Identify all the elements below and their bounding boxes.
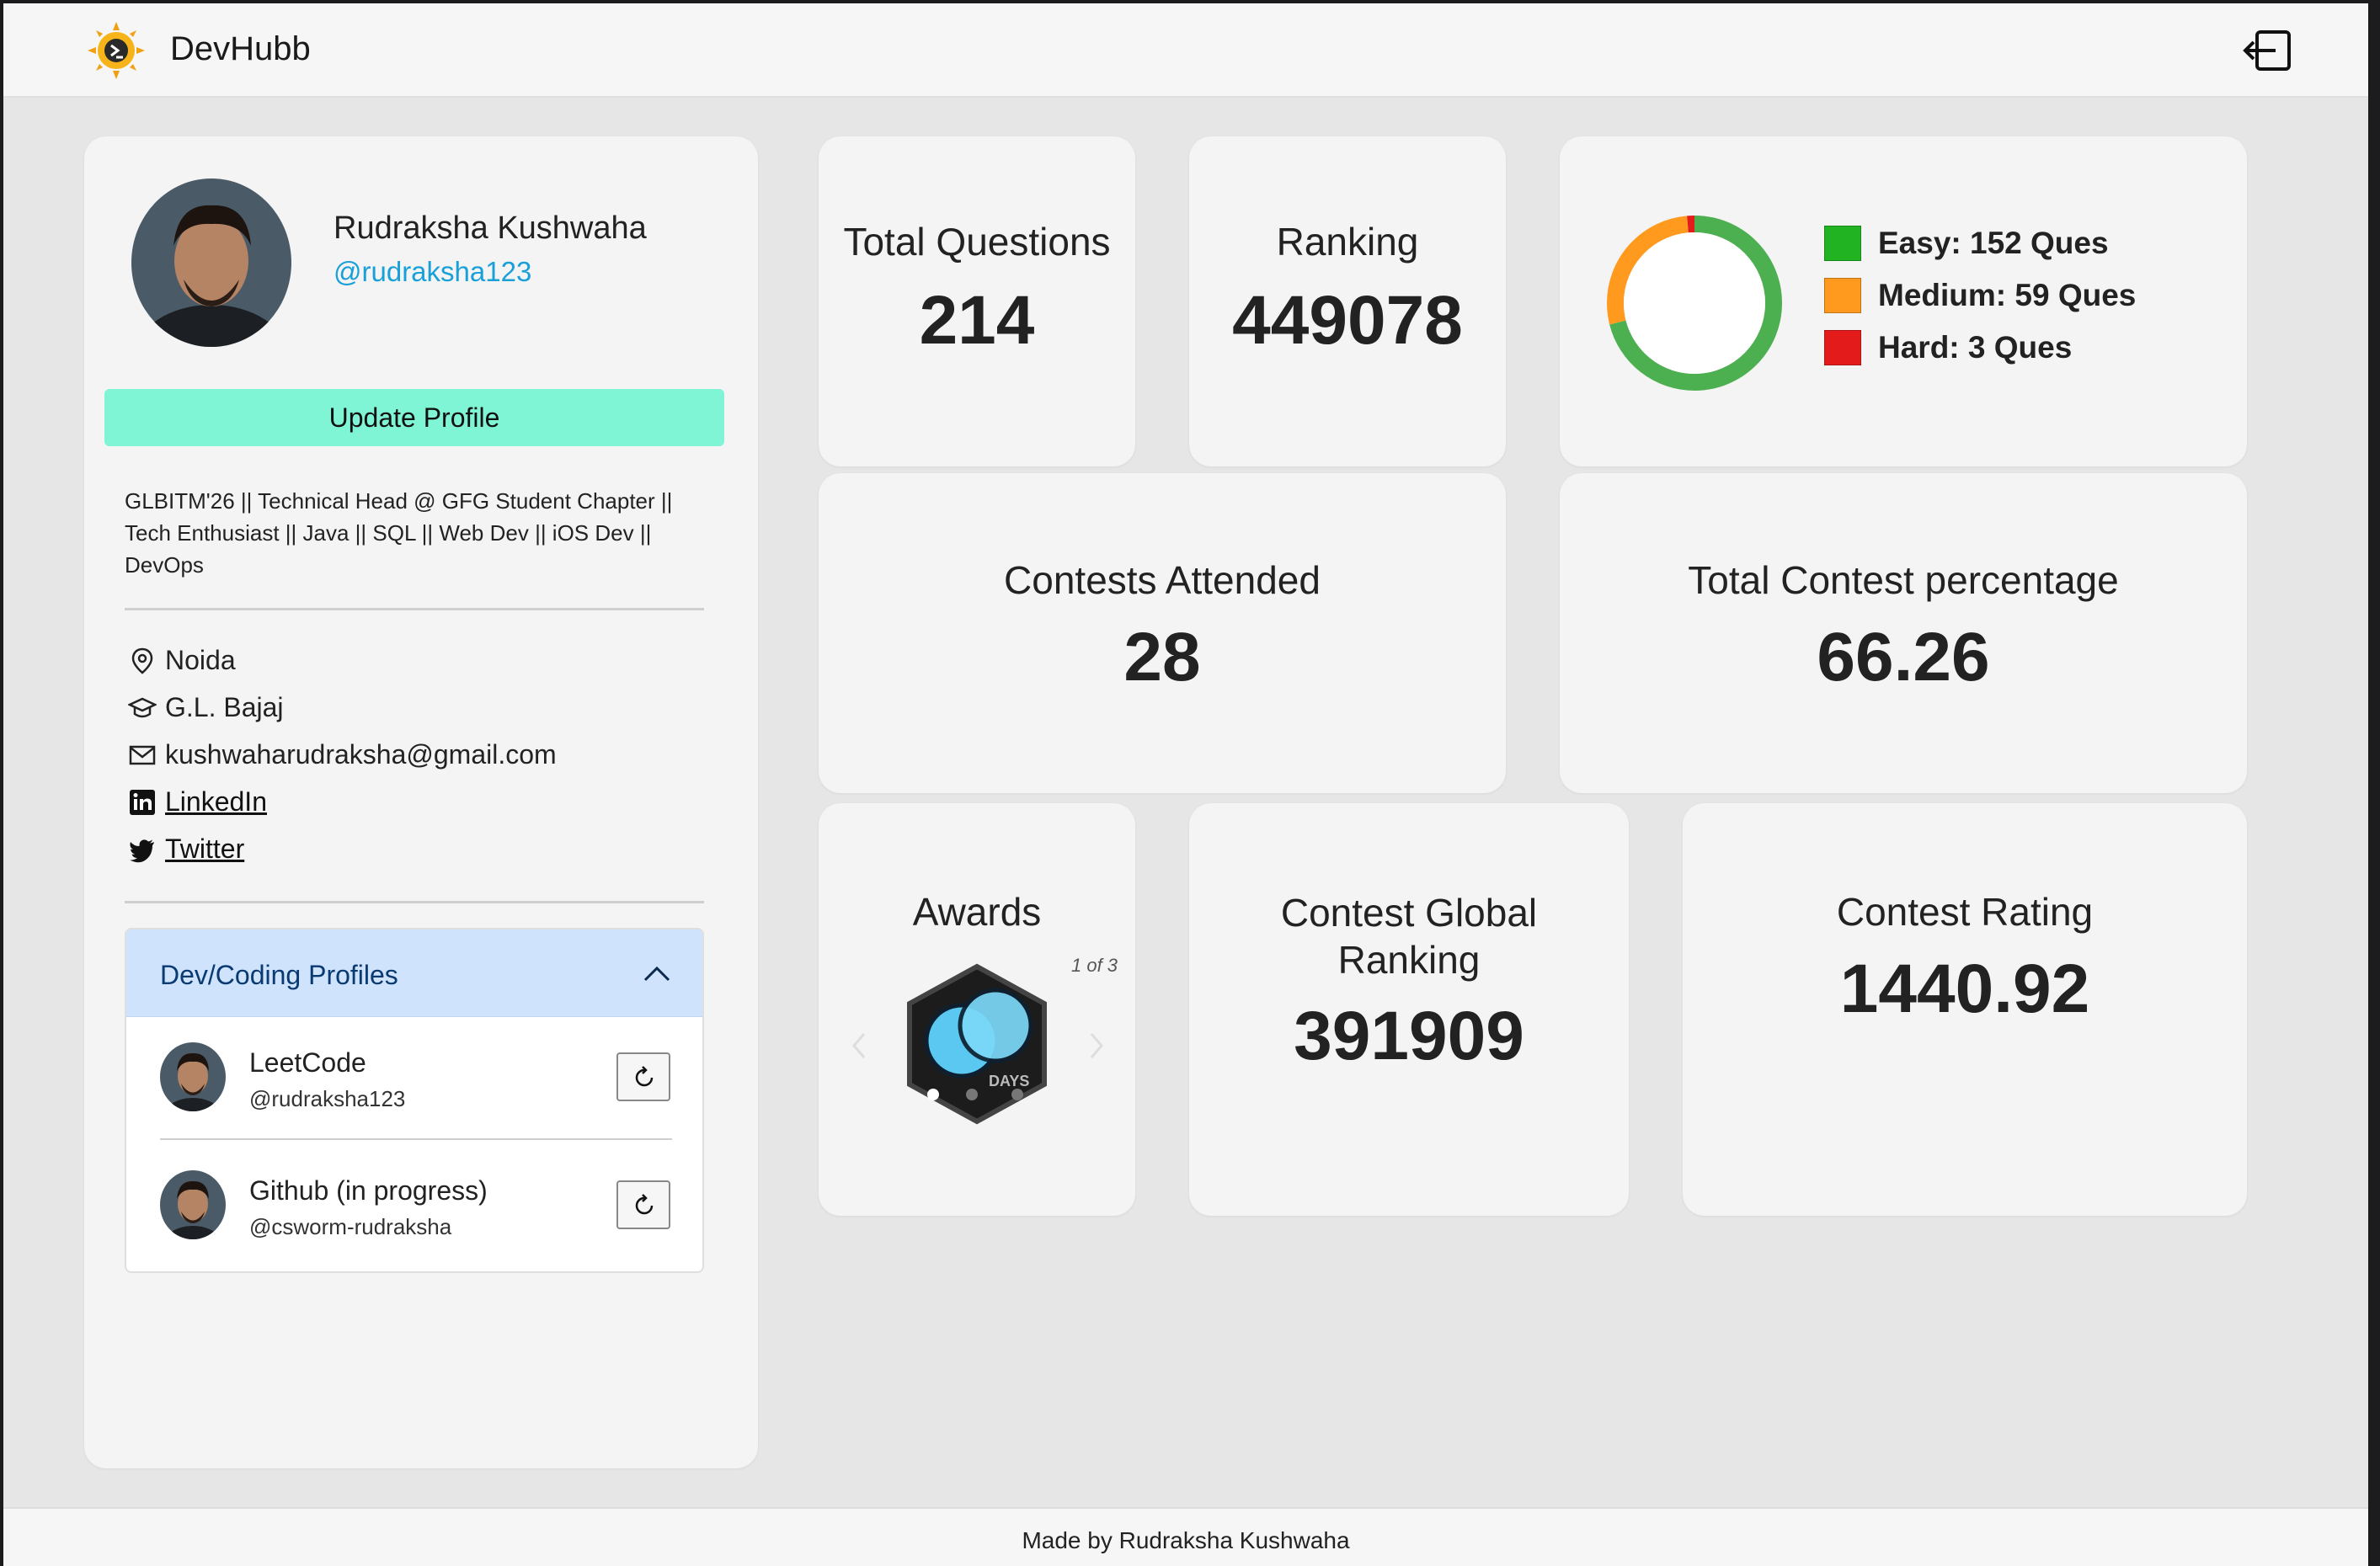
- refresh-icon: [635, 1194, 654, 1215]
- brand-name[interactable]: DevHubb: [170, 30, 311, 68]
- badge-text: DAYS: [989, 1073, 1029, 1089]
- stat-label: Contest Rating: [1836, 890, 2094, 934]
- legend-easy: Easy: 152 Ques: [1824, 226, 2109, 261]
- carousel-prev-icon[interactable]: [849, 1031, 869, 1061]
- divider: [125, 901, 704, 903]
- stat-value: 391909: [1294, 998, 1524, 1074]
- avatar: [160, 1170, 226, 1239]
- profile-name: Rudraksha Kushwaha: [334, 210, 647, 246]
- legend-hard: Hard: 3 Ques: [1824, 330, 2072, 365]
- refresh-icon: [635, 1066, 654, 1087]
- list-item: LeetCode @rudraksha123: [160, 1031, 672, 1132]
- twitter-icon: [130, 839, 154, 862]
- profile-title[interactable]: LeetCode: [249, 1047, 366, 1079]
- divider: [160, 1138, 672, 1140]
- school-row: G.L. Bajaj: [128, 692, 284, 723]
- contest-rating-card: Contest Rating 1440.92: [1683, 803, 2247, 1216]
- linkedin-row: LinkedIn: [128, 786, 267, 818]
- legend-swatch-hard: [1824, 330, 1861, 365]
- legend-label: Easy: 152 Ques: [1878, 226, 2109, 260]
- email-row: kushwaharudraksha@gmail.com: [128, 739, 557, 770]
- stat-label: Ranking: [1276, 220, 1419, 264]
- stat-value: 214: [919, 282, 1035, 359]
- difficulty-card: Easy: 152 Ques Medium: 59 Ques Hard: 3 Q…: [1560, 136, 2247, 466]
- dev-profiles-accordion: Dev/Coding Profiles LeetCode @rudraksha1…: [125, 928, 704, 1273]
- school-text: G.L. Bajaj: [165, 692, 284, 722]
- donut-hole: [1624, 232, 1765, 374]
- dev-profiles-title: Dev/Coding Profiles: [160, 960, 398, 990]
- dev-profiles-header[interactable]: Dev/Coding Profiles: [126, 929, 702, 1017]
- contests-attended-card: Contests Attended 28: [819, 473, 1506, 793]
- location-text: Noida: [165, 645, 236, 675]
- linkedin-icon: [130, 789, 155, 815]
- chevron-up-icon[interactable]: [640, 956, 674, 990]
- logout-icon[interactable]: [2242, 29, 2292, 72]
- award-badge-icon: DAYS: [907, 963, 1047, 1125]
- awards-label: Awards: [912, 890, 1042, 934]
- list-item: Github (in progress) @csworm-rudraksha: [160, 1159, 672, 1260]
- twitter-row: Twitter: [128, 834, 244, 865]
- stat-label: Total Questions: [843, 220, 1111, 264]
- scrollbar[interactable]: [2345, 3, 2368, 1566]
- legend-label: Medium: 59 Ques: [1878, 278, 2137, 312]
- linkedin-link[interactable]: LinkedIn: [165, 786, 267, 818]
- awards-card: Awards 1 of 3 DAYS: [819, 803, 1135, 1216]
- location-row: Noida: [128, 645, 236, 676]
- profile-handle: @rudraksha123: [249, 1086, 406, 1111]
- carousel-counter: 1 of 3: [1071, 955, 1118, 976]
- total-questions-card: Total Questions 214: [819, 136, 1135, 466]
- stat-value: 66.26: [1817, 619, 1990, 695]
- contest-percentage-card: Total Contest percentage 66.26: [1560, 473, 2247, 793]
- legend-label: Hard: 3 Ques: [1878, 330, 2073, 365]
- graduation-cap-icon: [128, 697, 157, 717]
- twitter-link[interactable]: Twitter: [165, 834, 244, 865]
- navbar: DevHubb: [3, 3, 2368, 98]
- legend-medium: Medium: 59 Ques: [1824, 278, 2136, 313]
- profile-title[interactable]: Github (in progress): [249, 1175, 488, 1206]
- envelope-icon: [129, 745, 156, 764]
- sun-logo-icon[interactable]: [86, 20, 147, 81]
- stat-label: Total Contest percentage: [1688, 558, 2119, 602]
- divider: [125, 608, 704, 610]
- stat-label: Contests Attended: [1004, 558, 1321, 602]
- stat-value: 1440.92: [1839, 951, 2090, 1027]
- profile-handle[interactable]: @rudraksha123: [334, 256, 531, 288]
- profile-sidebar: Rudraksha Kushwaha @rudraksha123 Update …: [84, 136, 758, 1468]
- avatar: [131, 178, 291, 347]
- footer: Made by Rudraksha Kushwaha: [3, 1507, 2368, 1566]
- legend-swatch-medium: [1824, 278, 1861, 313]
- contest-global-ranking-card: Contest Global Ranking 391909: [1189, 803, 1629, 1216]
- stat-value: 28: [1123, 619, 1201, 695]
- location-pin-icon: [131, 647, 153, 674]
- ranking-card: Ranking 449078: [1189, 136, 1506, 466]
- refresh-button[interactable]: [616, 1180, 670, 1229]
- avatar: [160, 1042, 226, 1111]
- legend-swatch-easy: [1824, 226, 1861, 261]
- page: DevHubb Rudraksha Kushwaha @rudraksha123…: [3, 3, 2368, 1566]
- refresh-button[interactable]: [616, 1052, 670, 1101]
- profile-handle: @csworm-rudraksha: [249, 1214, 452, 1239]
- difficulty-donut-chart: [1607, 216, 1782, 391]
- stat-value: 449078: [1232, 282, 1463, 359]
- carousel-next-icon[interactable]: [1086, 1031, 1107, 1061]
- email-text[interactable]: kushwaharudraksha@gmail.com: [165, 739, 557, 770]
- profile-bio: GLBITM'26 || Technical Head @ GFG Studen…: [125, 488, 673, 578]
- update-profile-button[interactable]: Update Profile: [104, 389, 724, 446]
- stat-label: Contest Global Ranking: [1280, 891, 1538, 982]
